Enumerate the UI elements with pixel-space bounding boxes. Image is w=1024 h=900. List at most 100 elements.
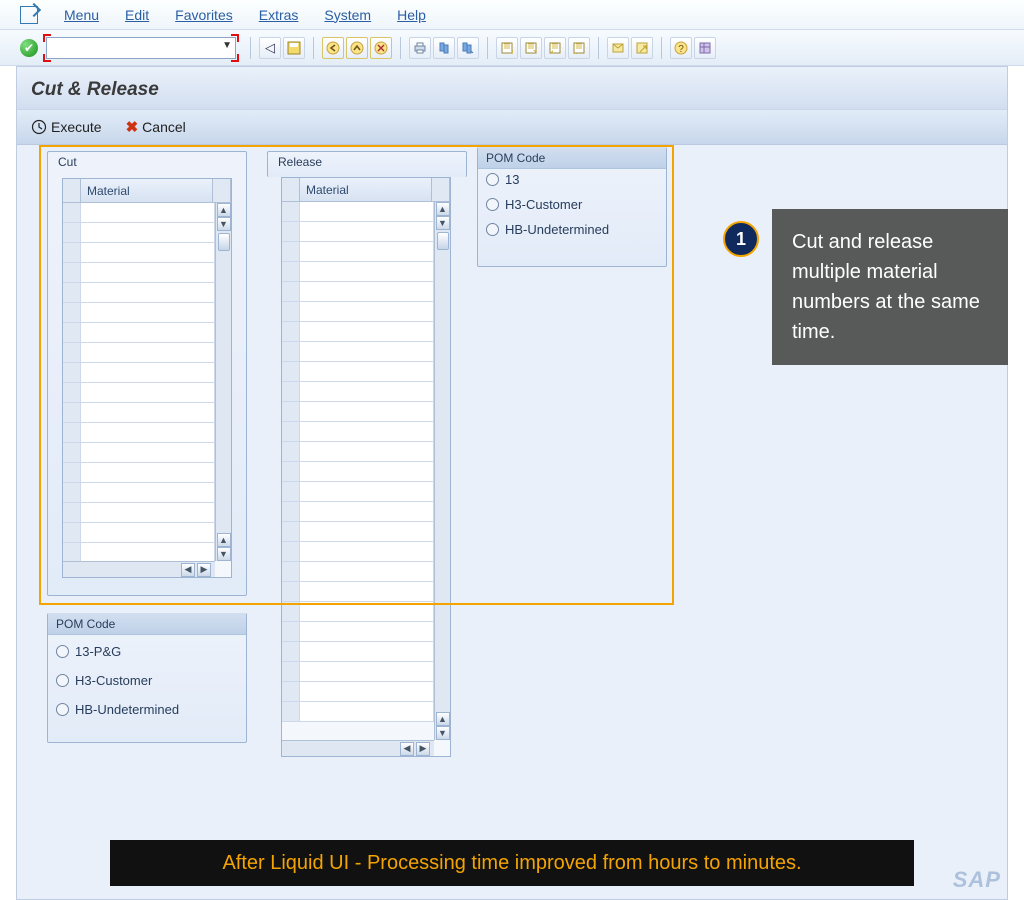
table-row[interactable] — [282, 442, 434, 462]
scroll-down-icon[interactable]: ▼ — [217, 217, 231, 231]
next-page-icon[interactable] — [544, 37, 566, 59]
cut-select-all[interactable] — [63, 179, 81, 203]
scroll-up-end-icon[interactable]: ▲ — [217, 533, 231, 547]
scroll-left-icon[interactable]: ◀ — [181, 563, 195, 577]
first-page-icon[interactable] — [496, 37, 518, 59]
table-row[interactable] — [63, 503, 215, 523]
table-row[interactable] — [63, 243, 215, 263]
cut-config-column[interactable] — [213, 179, 231, 203]
pom-bottom-option-13[interactable]: 13-P&G — [56, 644, 238, 659]
release-column-header[interactable]: Material — [300, 178, 432, 202]
cut-column-header[interactable]: Material — [81, 179, 213, 203]
table-row[interactable] — [63, 343, 215, 363]
table-row[interactable] — [63, 463, 215, 483]
table-row[interactable] — [63, 403, 215, 423]
table-row[interactable] — [282, 462, 434, 482]
scroll-down-end-icon[interactable]: ▼ — [217, 547, 231, 561]
table-row[interactable] — [282, 582, 434, 602]
table-row[interactable] — [282, 522, 434, 542]
scroll-right-icon[interactable]: ▶ — [197, 563, 211, 577]
scroll-right-icon[interactable]: ▶ — [416, 742, 430, 756]
table-row[interactable] — [282, 602, 434, 622]
pom-top-option-hb[interactable]: HB-Undetermined — [486, 222, 658, 237]
window-menu-icon[interactable] — [20, 6, 38, 24]
table-row[interactable] — [63, 303, 215, 323]
print-icon[interactable] — [409, 37, 431, 59]
table-row[interactable] — [282, 562, 434, 582]
prev-page-icon[interactable] — [520, 37, 542, 59]
help-icon[interactable]: ? — [670, 37, 692, 59]
command-input[interactable] — [46, 37, 236, 59]
find-icon[interactable] — [433, 37, 455, 59]
nav-up-icon[interactable] — [346, 37, 368, 59]
scroll-down-icon[interactable]: ▼ — [436, 216, 450, 230]
table-row[interactable] — [282, 282, 434, 302]
table-row[interactable] — [63, 283, 215, 303]
table-row[interactable] — [63, 203, 215, 223]
table-row[interactable] — [282, 662, 434, 682]
cut-hscroll[interactable]: ◀ ▶ — [63, 561, 215, 577]
pom-bottom-option-hb[interactable]: HB-Undetermined — [56, 702, 238, 717]
table-row[interactable] — [282, 482, 434, 502]
nav-cancel-icon[interactable] — [370, 37, 392, 59]
table-row[interactable] — [282, 262, 434, 282]
table-row[interactable] — [282, 622, 434, 642]
table-row[interactable] — [282, 422, 434, 442]
scroll-down-end-icon[interactable]: ▼ — [436, 726, 450, 740]
table-row[interactable] — [282, 362, 434, 382]
save-icon[interactable] — [283, 37, 305, 59]
back-icon[interactable]: ◁ — [259, 37, 281, 59]
table-row[interactable] — [282, 642, 434, 662]
menu-item-menu[interactable]: Menu — [64, 7, 99, 23]
enter-icon[interactable]: ✔ — [20, 39, 38, 57]
scroll-up-icon[interactable]: ▲ — [217, 203, 231, 217]
cut-vscroll[interactable]: ▲ ▼ ▲ ▼ — [215, 203, 231, 561]
table-row[interactable] — [282, 222, 434, 242]
table-row[interactable] — [282, 342, 434, 362]
menu-item-extras[interactable]: Extras — [259, 7, 299, 23]
table-row[interactable] — [63, 383, 215, 403]
menu-item-edit[interactable]: Edit — [125, 7, 149, 23]
table-row[interactable] — [63, 523, 215, 543]
table-row[interactable] — [282, 702, 434, 722]
release-config-column[interactable] — [432, 178, 450, 202]
new-session-icon[interactable] — [607, 37, 629, 59]
cancel-button[interactable]: ✖ Cancel — [126, 118, 186, 136]
last-page-icon[interactable] — [568, 37, 590, 59]
menu-item-help[interactable]: Help — [397, 7, 426, 23]
cut-table[interactable]: Material ▲ ▼ ▲ ▼ ◀ ▶ — [62, 178, 232, 578]
table-row[interactable] — [282, 302, 434, 322]
release-hscroll[interactable]: ◀ ▶ — [282, 740, 434, 756]
scroll-thumb[interactable] — [437, 232, 449, 250]
pom-bottom-option-h3[interactable]: H3-Customer — [56, 673, 238, 688]
pom-top-option-13[interactable]: 13 — [486, 172, 658, 187]
table-row[interactable] — [282, 382, 434, 402]
scroll-up-icon[interactable]: ▲ — [436, 202, 450, 216]
table-row[interactable] — [63, 223, 215, 243]
table-row[interactable] — [63, 423, 215, 443]
menu-item-favorites[interactable]: Favorites — [175, 7, 233, 23]
table-row[interactable] — [282, 682, 434, 702]
table-row[interactable] — [282, 242, 434, 262]
menu-item-system[interactable]: System — [324, 7, 371, 23]
scroll-thumb[interactable] — [218, 233, 230, 251]
find-next-icon[interactable] — [457, 37, 479, 59]
table-row[interactable] — [282, 202, 434, 222]
table-row[interactable] — [63, 263, 215, 283]
release-table[interactable]: Material ▲ ▼ ▲ ▼ ◀ ▶ — [281, 177, 451, 757]
execute-button[interactable]: Execute — [31, 119, 102, 135]
table-row[interactable] — [63, 323, 215, 343]
table-row[interactable] — [282, 502, 434, 522]
table-row[interactable] — [63, 363, 215, 383]
table-row[interactable] — [282, 542, 434, 562]
scroll-up-end-icon[interactable]: ▲ — [436, 712, 450, 726]
release-vscroll[interactable]: ▲ ▼ ▲ ▼ — [434, 202, 450, 740]
layout-icon[interactable] — [694, 37, 716, 59]
scroll-left-icon[interactable]: ◀ — [400, 742, 414, 756]
release-select-all[interactable] — [282, 178, 300, 202]
shortcut-icon[interactable] — [631, 37, 653, 59]
table-row[interactable] — [282, 322, 434, 342]
command-field[interactable]: ▼ — [46, 37, 236, 59]
nav-back-icon[interactable] — [322, 37, 344, 59]
table-row[interactable] — [63, 483, 215, 503]
